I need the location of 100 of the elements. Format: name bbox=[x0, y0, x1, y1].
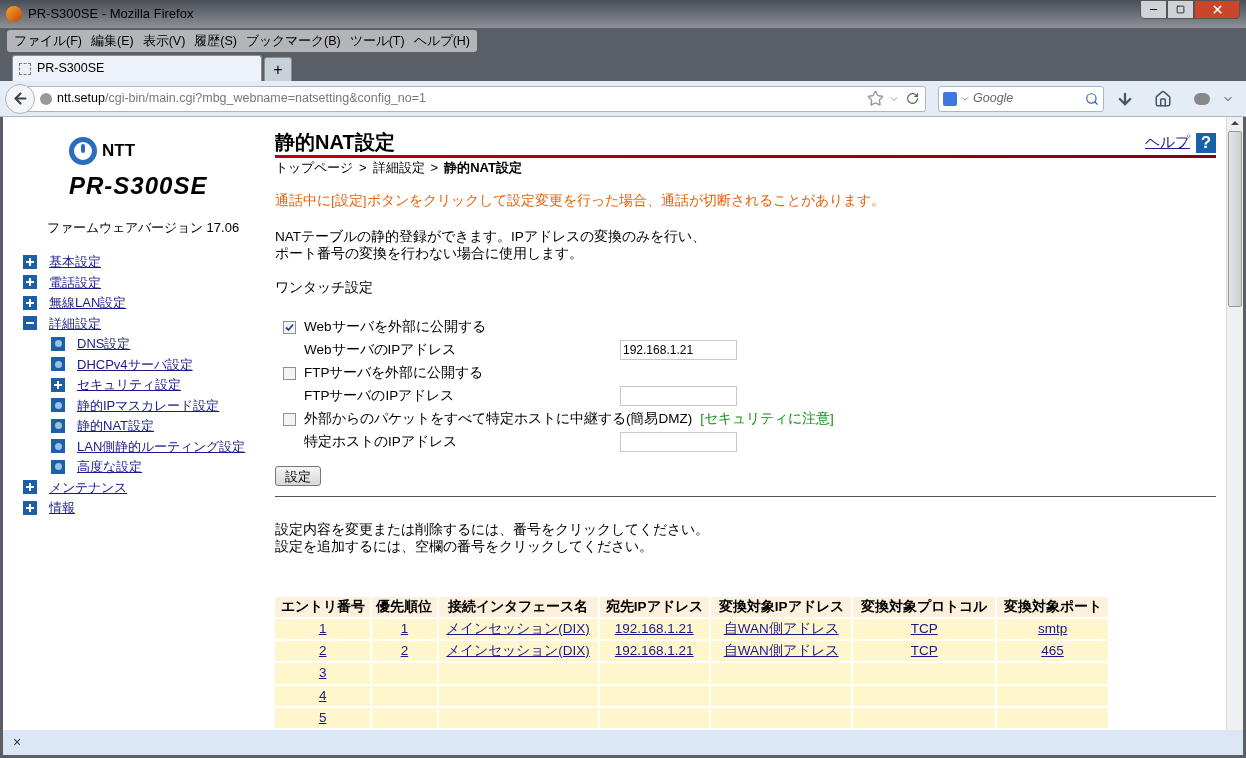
maximize-button[interactable] bbox=[1167, 0, 1194, 19]
instruction-text: 設定内容を変更または削除するには、番号をクリックしてください。 bbox=[275, 520, 710, 538]
column-header: エントリ番号 bbox=[275, 596, 371, 617]
search-engine-icon[interactable] bbox=[943, 91, 957, 106]
nav-link[interactable]: 静的NAT設定 bbox=[77, 416, 155, 436]
breadcrumb-item[interactable]: 詳細設定 bbox=[372, 157, 425, 178]
table-cell bbox=[372, 663, 437, 684]
close-bar-button[interactable]: × bbox=[13, 732, 22, 753]
checkbox[interactable] bbox=[283, 412, 296, 426]
collapse-icon[interactable] bbox=[23, 316, 37, 331]
menu-item[interactable]: ツール(T) bbox=[346, 31, 408, 51]
ip-address-field[interactable]: 192.168.1.21 bbox=[620, 340, 737, 361]
checkbox-label: Webサーバを外部に公開する bbox=[304, 318, 486, 337]
cell-link[interactable]: 1 bbox=[400, 620, 409, 636]
nav-link[interactable]: 基本設定 bbox=[49, 252, 101, 272]
bullet-icon bbox=[51, 418, 65, 433]
help-link[interactable]: ヘルプ bbox=[1145, 130, 1190, 153]
column-header: 接続インタフェース名 bbox=[438, 596, 598, 617]
cell-link[interactable]: 192.168.1.21 bbox=[614, 643, 694, 658]
logo-model: PR-S300SE bbox=[69, 171, 208, 201]
menu-item[interactable]: ブックマーク(B) bbox=[243, 31, 344, 51]
nav-link[interactable]: DNS設定 bbox=[77, 334, 131, 354]
cell-link[interactable]: 2 bbox=[400, 643, 409, 658]
cell-link[interactable]: smtp bbox=[1037, 620, 1068, 636]
page-title: 静的NAT設定 bbox=[275, 130, 395, 155]
nav-link[interactable]: 電話設定 bbox=[49, 272, 101, 292]
breadcrumb-separator: > bbox=[359, 158, 367, 177]
menu-item[interactable]: 履歴(S) bbox=[191, 31, 240, 51]
maximize-icon bbox=[1176, 5, 1185, 14]
nav-link[interactable]: 無線LAN設定 bbox=[49, 293, 127, 313]
menu-item[interactable]: ヘルプ(H) bbox=[410, 31, 473, 51]
bullet-icon bbox=[51, 439, 65, 454]
checkbox-label: FTPサーバを外部に公開する bbox=[304, 364, 484, 383]
nav-link[interactable]: 情報 bbox=[49, 498, 75, 518]
expand-icon[interactable] bbox=[23, 295, 37, 310]
column-header: 宛先IPアドレス bbox=[599, 596, 709, 617]
expand-icon[interactable] bbox=[23, 254, 37, 269]
cell-link[interactable]: TCP bbox=[910, 643, 938, 658]
description-text: NATテーブルの静的登録ができます。IPアドレスの変換のみを行い、 bbox=[275, 227, 707, 245]
menu-item[interactable]: 表示(V) bbox=[139, 31, 189, 51]
cell-link[interactable]: 192.168.1.21 bbox=[614, 620, 694, 636]
firmware-version: ファームウェアバージョン 17.06 bbox=[47, 219, 241, 237]
cell-link[interactable]: 自WAN側アドレス bbox=[723, 620, 839, 636]
nav-link[interactable]: 詳細設定 bbox=[49, 313, 101, 333]
ip-address-field[interactable] bbox=[620, 386, 737, 407]
scrollbar[interactable] bbox=[1226, 117, 1243, 730]
cell-link[interactable]: 自WAN側アドレス bbox=[723, 643, 839, 658]
description-text: ポート番号の変換を行わない場合に使用します。 bbox=[275, 244, 584, 262]
nav-link[interactable]: 静的IPマスカレード設定 bbox=[77, 395, 220, 415]
scroll-thumb[interactable] bbox=[1228, 131, 1242, 307]
search-field[interactable]: Google bbox=[973, 89, 1073, 108]
nav-link[interactable]: メンテナンス bbox=[49, 477, 127, 497]
expand-icon[interactable] bbox=[23, 275, 37, 290]
cell-link[interactable]: TCP bbox=[910, 620, 938, 636]
cell-link[interactable]: メインセッション(DIX) bbox=[446, 643, 590, 658]
breadcrumb-separator: > bbox=[430, 158, 439, 177]
section-heading: ワンタッチ設定 bbox=[275, 278, 374, 297]
bookmark-star-icon[interactable] bbox=[867, 90, 884, 107]
cell-link[interactable]: メインセッション(DIX) bbox=[446, 620, 590, 636]
back-button[interactable] bbox=[5, 83, 35, 114]
scroll-up-icon[interactable] bbox=[1231, 121, 1239, 125]
expand-icon[interactable] bbox=[23, 500, 37, 515]
bullet-icon bbox=[51, 357, 65, 372]
bullet-icon bbox=[51, 336, 65, 351]
apply-button[interactable]: 設定 bbox=[275, 465, 321, 486]
entry-number-link[interactable]: 1 bbox=[318, 620, 327, 636]
instruction-text: 設定を追加するには、空欄の番号をクリックしてください。 bbox=[275, 537, 654, 555]
reload-icon[interactable] bbox=[906, 92, 919, 105]
new-tab-button[interactable]: + bbox=[264, 57, 292, 81]
search-box[interactable]: Google bbox=[938, 85, 1104, 112]
entry-number-link[interactable]: 5 bbox=[318, 709, 327, 725]
close-button[interactable] bbox=[1194, 0, 1240, 19]
checkbox-label: 外部からのパケットをすべて特定ホストに中継する(簡易DMZ) bbox=[304, 410, 693, 429]
page-icon bbox=[19, 62, 31, 75]
browser-tab[interactable]: PR-S300SE bbox=[12, 55, 262, 81]
nav-link[interactable]: LAN側静的ルーティング設定 bbox=[77, 436, 246, 456]
minimize-button[interactable] bbox=[1140, 0, 1167, 19]
breadcrumb-item[interactable]: トップページ bbox=[275, 157, 353, 178]
menu-item[interactable]: 編集(E) bbox=[87, 31, 137, 51]
help-icon[interactable]: ? bbox=[1196, 133, 1216, 153]
field-label: 特定ホストのIPアドレス bbox=[304, 433, 458, 452]
checkbox[interactable] bbox=[283, 320, 296, 334]
checkbox[interactable] bbox=[283, 366, 296, 380]
checkmark-icon bbox=[285, 322, 294, 332]
expand-icon[interactable] bbox=[51, 377, 65, 392]
cell-link[interactable]: 465 bbox=[1041, 643, 1064, 658]
entry-number-link[interactable]: 3 bbox=[318, 665, 327, 681]
menu-item[interactable]: ファイル(F) bbox=[11, 31, 85, 51]
security-note: [セキュリティに注意] bbox=[700, 410, 834, 429]
nav-link[interactable]: DHCPv4サーバ設定 bbox=[77, 354, 193, 374]
nav-link[interactable]: セキュリティ設定 bbox=[77, 375, 181, 395]
search-icon[interactable] bbox=[1085, 91, 1099, 106]
ip-address-field[interactable] bbox=[620, 432, 737, 453]
home-icon[interactable] bbox=[1154, 89, 1172, 108]
table-cell bbox=[372, 707, 437, 728]
bullet-icon bbox=[51, 398, 65, 413]
expand-icon[interactable] bbox=[23, 480, 37, 495]
nav-link[interactable]: 高度な設定 bbox=[77, 457, 142, 477]
entry-number-link[interactable]: 2 bbox=[318, 643, 327, 658]
entry-number-link[interactable]: 4 bbox=[318, 687, 327, 703]
